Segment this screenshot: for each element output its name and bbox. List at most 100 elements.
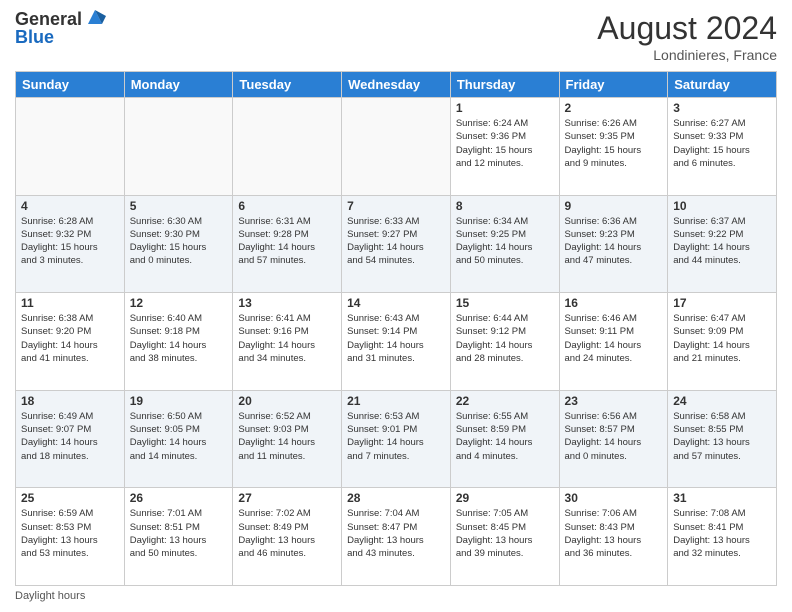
location: Londinieres, France [597,47,777,63]
logo-area: General Blue [15,10,106,46]
day-number: 16 [565,296,663,310]
day-info: Sunrise: 6:49 AM Sunset: 9:07 PM Dayligh… [21,410,119,463]
day-number: 26 [130,491,228,505]
day-info: Sunrise: 7:02 AM Sunset: 8:49 PM Dayligh… [238,507,336,560]
day-number: 2 [565,101,663,115]
day-number: 19 [130,394,228,408]
calendar-week-1: 1 Sunrise: 6:24 AM Sunset: 9:36 PM Daylig… [16,98,777,196]
calendar-header-row: SundayMondayTuesdayWednesdayThursdayFrid… [16,72,777,98]
day-info: Sunrise: 7:04 AM Sunset: 8:47 PM Dayligh… [347,507,445,560]
calendar-cell: 1 Sunrise: 6:24 AM Sunset: 9:36 PM Daylig… [450,98,559,196]
calendar-header-monday: Monday [124,72,233,98]
calendar-cell: 15 Sunrise: 6:44 AM Sunset: 9:12 PM Dayli… [450,293,559,391]
calendar-cell: 19 Sunrise: 6:50 AM Sunset: 9:05 PM Dayli… [124,390,233,488]
calendar-week-2: 4 Sunrise: 6:28 AM Sunset: 9:32 PM Daylig… [16,195,777,293]
calendar-cell: 4 Sunrise: 6:28 AM Sunset: 9:32 PM Daylig… [16,195,125,293]
day-number: 15 [456,296,554,310]
calendar-cell: 8 Sunrise: 6:34 AM Sunset: 9:25 PM Daylig… [450,195,559,293]
calendar-week-3: 11 Sunrise: 6:38 AM Sunset: 9:20 PM Dayli… [16,293,777,391]
day-info: Sunrise: 6:34 AM Sunset: 9:25 PM Dayligh… [456,215,554,268]
page: General Blue August 2024 Londinieres, Fr… [0,0,792,612]
calendar-cell: 21 Sunrise: 6:53 AM Sunset: 9:01 PM Dayli… [342,390,451,488]
calendar-cell: 23Sunrise: 6:56 AM Sunset: 8:57 PM Dayli… [559,390,668,488]
day-number: 24 [673,394,771,408]
calendar-cell: 6 Sunrise: 6:31 AM Sunset: 9:28 PM Daylig… [233,195,342,293]
calendar-header-tuesday: Tuesday [233,72,342,98]
day-number: 28 [347,491,445,505]
day-number: 8 [456,199,554,213]
day-info: Sunrise: 6:50 AM Sunset: 9:05 PM Dayligh… [130,410,228,463]
calendar-cell: 5 Sunrise: 6:30 AM Sunset: 9:30 PM Daylig… [124,195,233,293]
day-info: Sunrise: 6:43 AM Sunset: 9:14 PM Dayligh… [347,312,445,365]
day-number: 21 [347,394,445,408]
day-number: 20 [238,394,336,408]
calendar-cell: 3 Sunrise: 6:27 AM Sunset: 9:33 PM Daylig… [668,98,777,196]
day-info: Sunrise: 6:38 AM Sunset: 9:20 PM Dayligh… [21,312,119,365]
calendar-header-sunday: Sunday [16,72,125,98]
header: General Blue August 2024 Londinieres, Fr… [15,10,777,63]
day-info: Sunrise: 6:30 AM Sunset: 9:30 PM Dayligh… [130,215,228,268]
day-info: Sunrise: 6:56 AM Sunset: 8:57 PM Dayligh… [565,410,663,463]
day-info: Sunrise: 6:44 AM Sunset: 9:12 PM Dayligh… [456,312,554,365]
logo-blue: Blue [15,28,106,46]
calendar-cell: 10Sunrise: 6:37 AM Sunset: 9:22 PM Dayli… [668,195,777,293]
day-info: Sunrise: 6:28 AM Sunset: 9:32 PM Dayligh… [21,215,119,268]
calendar-cell: 11 Sunrise: 6:38 AM Sunset: 9:20 PM Dayli… [16,293,125,391]
day-number: 7 [347,199,445,213]
calendar-cell [233,98,342,196]
day-info: Sunrise: 6:40 AM Sunset: 9:18 PM Dayligh… [130,312,228,365]
day-number: 13 [238,296,336,310]
calendar-cell: 17 Sunrise: 6:47 AM Sunset: 9:09 PM Dayli… [668,293,777,391]
title-area: August 2024 Londinieres, France [597,10,777,63]
day-number: 29 [456,491,554,505]
day-info: Sunrise: 7:05 AM Sunset: 8:45 PM Dayligh… [456,507,554,560]
calendar-week-5: 25 Sunrise: 6:59 AM Sunset: 8:53 PM Dayli… [16,488,777,586]
day-number: 5 [130,199,228,213]
calendar-cell: 29 Sunrise: 7:05 AM Sunset: 8:45 PM Dayli… [450,488,559,586]
day-number: 4 [21,199,119,213]
calendar-cell: 28 Sunrise: 7:04 AM Sunset: 8:47 PM Dayli… [342,488,451,586]
day-info: Sunrise: 6:24 AM Sunset: 9:36 PM Dayligh… [456,117,554,170]
month-title: August 2024 [597,10,777,47]
calendar-header-wednesday: Wednesday [342,72,451,98]
day-info: Sunrise: 6:52 AM Sunset: 9:03 PM Dayligh… [238,410,336,463]
calendar-cell: 9Sunrise: 6:36 AM Sunset: 9:23 PM Daylig… [559,195,668,293]
calendar-week-4: 18 Sunrise: 6:49 AM Sunset: 9:07 PM Dayli… [16,390,777,488]
footer-note: Daylight hours [15,590,777,602]
day-info: Sunrise: 6:53 AM Sunset: 9:01 PM Dayligh… [347,410,445,463]
calendar-cell [342,98,451,196]
calendar-cell: 16 Sunrise: 6:46 AM Sunset: 9:11 PM Dayli… [559,293,668,391]
calendar-cell: 13 Sunrise: 6:41 AM Sunset: 9:16 PM Dayli… [233,293,342,391]
day-number: 1 [456,101,554,115]
day-number: 25 [21,491,119,505]
day-info: Sunrise: 6:47 AM Sunset: 9:09 PM Dayligh… [673,312,771,365]
calendar-cell: 27Sunrise: 7:02 AM Sunset: 8:49 PM Dayli… [233,488,342,586]
day-info: Sunrise: 6:26 AM Sunset: 9:35 PM Dayligh… [565,117,663,170]
day-number: 14 [347,296,445,310]
day-number: 30 [565,491,663,505]
logo-text: General Blue [15,10,106,46]
calendar-header-friday: Friday [559,72,668,98]
calendar-cell: 2 Sunrise: 6:26 AM Sunset: 9:35 PM Daylig… [559,98,668,196]
day-number: 9 [565,199,663,213]
day-info: Sunrise: 6:59 AM Sunset: 8:53 PM Dayligh… [21,507,119,560]
calendar: SundayMondayTuesdayWednesdayThursdayFrid… [15,71,777,586]
day-info: Sunrise: 6:58 AM Sunset: 8:55 PM Dayligh… [673,410,771,463]
day-info: Sunrise: 6:27 AM Sunset: 9:33 PM Dayligh… [673,117,771,170]
day-number: 11 [21,296,119,310]
day-info: Sunrise: 6:41 AM Sunset: 9:16 PM Dayligh… [238,312,336,365]
day-number: 6 [238,199,336,213]
calendar-cell: 31Sunrise: 7:08 AM Sunset: 8:41 PM Dayli… [668,488,777,586]
day-number: 18 [21,394,119,408]
calendar-cell: 20 Sunrise: 6:52 AM Sunset: 9:03 PM Dayli… [233,390,342,488]
day-info: Sunrise: 7:08 AM Sunset: 8:41 PM Dayligh… [673,507,771,560]
day-number: 17 [673,296,771,310]
day-info: Sunrise: 6:46 AM Sunset: 9:11 PM Dayligh… [565,312,663,365]
calendar-cell [124,98,233,196]
calendar-cell: 30Sunrise: 7:06 AM Sunset: 8:43 PM Dayli… [559,488,668,586]
day-info: Sunrise: 7:01 AM Sunset: 8:51 PM Dayligh… [130,507,228,560]
calendar-cell [16,98,125,196]
day-number: 22 [456,394,554,408]
day-info: Sunrise: 6:31 AM Sunset: 9:28 PM Dayligh… [238,215,336,268]
day-number: 3 [673,101,771,115]
